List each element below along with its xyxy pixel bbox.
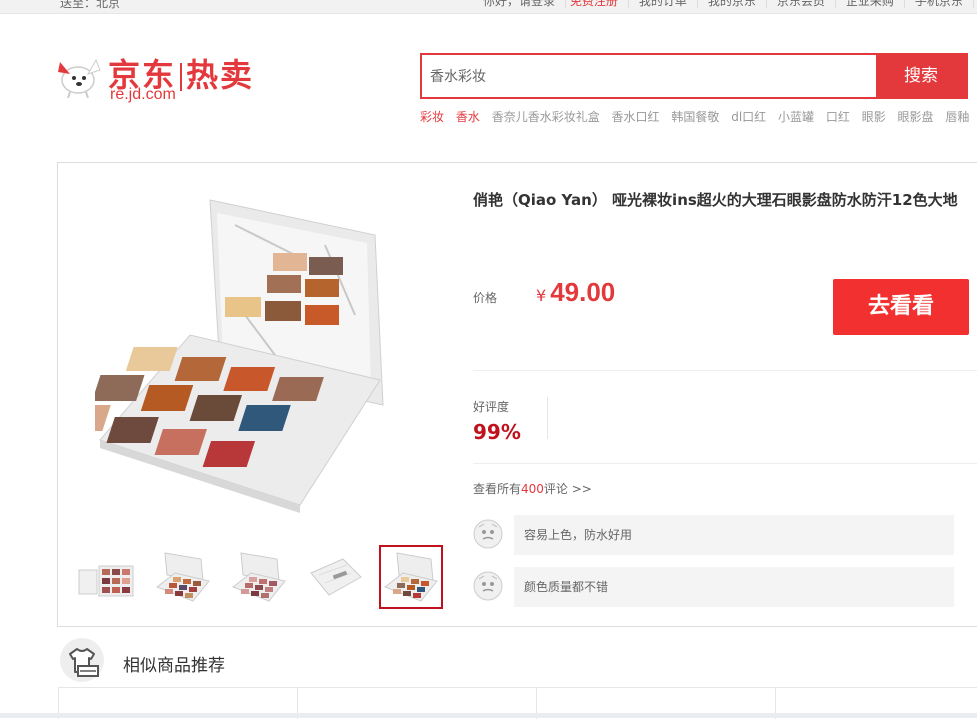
thumbnail[interactable] (303, 545, 367, 609)
comment-item: 容易上色，防水好用 (473, 515, 954, 555)
comment-text: 颜色质量都不错 (514, 567, 954, 607)
all-comments-prefix: 查看所有 (473, 482, 522, 496)
hotword-link[interactable]: dl口红 (731, 110, 766, 124)
similar-products-title: 相似商品推荐 (123, 656, 225, 676)
palette-thumb-icon (231, 552, 286, 602)
rating-value: 99% (473, 420, 521, 444)
hotword-link[interactable]: 口红 (826, 110, 850, 124)
divider (547, 397, 548, 439)
hotword-link[interactable]: 小蓝罐 (778, 110, 814, 124)
top-links: 你好，请登录 免费注册 我的订单 我的京东 京东会员 企业采购 手机京东 (463, 0, 974, 8)
thumbnail[interactable] (227, 545, 291, 609)
hotword-link[interactable]: 眼影 (862, 110, 886, 124)
palette-thumb-icon (78, 565, 134, 597)
site-logo[interactable]: 京东 热卖 re.jd.com (52, 50, 292, 110)
greeting-text[interactable]: 你好，请登录 (473, 0, 567, 8)
brand-url: re.jd.com (110, 86, 176, 103)
product-main-image[interactable] (95, 195, 415, 515)
search-input[interactable] (422, 55, 877, 97)
hotword-link[interactable]: 香水 (456, 110, 480, 124)
search-button[interactable]: 搜索 (876, 55, 966, 97)
top-link-mobile[interactable]: 手机京东 (905, 0, 974, 8)
hotword-link[interactable]: 唇釉 (945, 110, 969, 124)
top-bar: 送至：北京 你好，请登录 免费注册 我的订单 我的京东 京东会员 企业采购 手机… (0, 0, 977, 14)
comment-count: 400 (521, 482, 544, 496)
palette-thumb-icon (155, 552, 210, 602)
all-comments-link[interactable]: 查看所有400评论 >> (473, 480, 592, 497)
currency-symbol: ¥ (536, 286, 547, 305)
top-link-myjd[interactable]: 我的京东 (698, 0, 767, 8)
product-thumbnails (75, 545, 443, 609)
bottom-scroll-bar (0, 713, 977, 718)
delivery-location[interactable]: 送至：北京 (60, 0, 120, 11)
rating-label: 好评度 (473, 400, 510, 414)
palette-box-thumb-icon (310, 558, 362, 596)
product-title[interactable]: 俏艳（Qiao Yan） 哑光裸妆ins超火的大理石眼影盘防水防汗12色大地 (473, 189, 977, 210)
comment-item: 颜色质量都不错 (473, 567, 954, 607)
user-avatar-icon (473, 519, 503, 549)
jd-dog-mascot-icon (58, 58, 101, 98)
hot-keywords: 彩妆 香水 香奈儿香水彩妆礼盒 香水口红 韩国餐敬 dl口红 小蓝罐 口红 眼影… (420, 108, 977, 125)
search-bar: 搜索 (420, 53, 968, 99)
divider (473, 463, 977, 464)
all-comments-suffix: 评论 >> (543, 482, 592, 496)
user-avatar-icon (473, 571, 503, 601)
hotword-link[interactable]: 韩国餐敬 (671, 110, 719, 124)
comment-text: 容易上色，防水好用 (514, 515, 954, 555)
brand-separator (180, 63, 183, 91)
hotword-link[interactable]: 彩妆 (420, 110, 444, 124)
hotword-link[interactable]: 香水口红 (612, 110, 660, 124)
thumbnail[interactable] (75, 545, 139, 609)
brand-hot: 热卖 (186, 56, 255, 94)
hotword-link[interactable]: 眼影盘 (898, 110, 934, 124)
register-link[interactable]: 免费注册 (570, 0, 618, 8)
top-link-enterprise[interactable]: 企业采购 (836, 0, 905, 8)
thumbnail[interactable] (151, 545, 215, 609)
price-label: 价格 (473, 291, 498, 305)
go-see-button[interactable]: 去看看 (833, 279, 969, 335)
top-greeting[interactable]: 你好，请登录 免费注册 (463, 0, 629, 8)
palette-thumb-icon (383, 552, 438, 602)
price-value: 49.00 (550, 277, 616, 307)
divider (473, 370, 977, 371)
top-link-vip[interactable]: 京东会员 (767, 0, 836, 8)
hotword-link[interactable]: 香奈儿香水彩妆礼盒 (492, 110, 600, 124)
clothing-icon (60, 638, 104, 682)
thumbnail-selected[interactable] (379, 545, 443, 609)
top-link-orders[interactable]: 我的订单 (629, 0, 698, 8)
product-price: ¥49.00 (536, 277, 615, 308)
